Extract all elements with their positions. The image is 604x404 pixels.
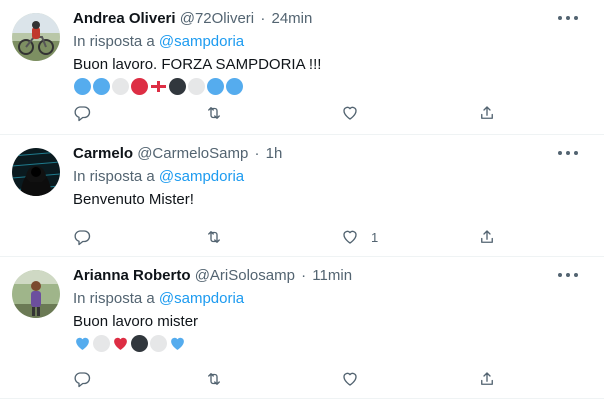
- blue-circle-icon: [74, 78, 91, 95]
- tweet-header: Arianna Roberto @AriSolosamp · 11min: [73, 267, 352, 285]
- reply-icon: [74, 106, 91, 122]
- tweet[interactable]: Andrea Oliveri @72Oliveri · 24min In ris…: [0, 0, 604, 134]
- blue-circle-icon: [226, 78, 243, 95]
- emoji-row: [74, 78, 243, 95]
- reply-prefix: In risposta a: [73, 33, 155, 50]
- retweet-button[interactable]: [205, 103, 223, 123]
- reply-mention-link[interactable]: @sampdoria: [159, 290, 244, 307]
- tweet[interactable]: Carmelo @CarmeloSamp · 1h In risposta a …: [0, 135, 604, 256]
- separator: ·: [254, 145, 260, 162]
- heart-icon: [343, 372, 357, 386]
- cross-flag-icon: [150, 78, 167, 95]
- reply-icon: [74, 230, 91, 246]
- reply-context: In risposta a @sampdoria: [73, 290, 244, 308]
- heart-icon: [343, 106, 357, 120]
- red-circle-icon: [131, 78, 148, 95]
- timestamp[interactable]: 11min: [312, 267, 352, 284]
- retweet-icon: [208, 231, 220, 243]
- avatar[interactable]: [12, 270, 60, 318]
- white-circle-icon: [188, 78, 205, 95]
- black-circle-icon: [169, 78, 186, 95]
- avatar[interactable]: [12, 148, 60, 196]
- avatar[interactable]: [12, 13, 60, 61]
- tweet-text: Buon lavoro mister: [73, 313, 199, 330]
- retweet-icon: [208, 373, 220, 385]
- heart-icon: [343, 230, 357, 244]
- reply-icon: [74, 372, 91, 388]
- share-button[interactable]: [478, 103, 496, 123]
- separator: ·: [301, 267, 307, 284]
- like-button[interactable]: [341, 369, 359, 389]
- user-handle[interactable]: @CarmeloSamp: [137, 145, 248, 162]
- reply-prefix: In risposta a: [73, 168, 155, 185]
- red-heart-icon: [112, 335, 129, 352]
- display-name[interactable]: Andrea Oliveri: [73, 10, 176, 27]
- more-icon[interactable]: [558, 149, 578, 157]
- reply-mention-link[interactable]: @sampdoria: [159, 168, 244, 185]
- blue-heart-icon: [169, 335, 186, 352]
- white-circle-icon: [112, 78, 129, 95]
- user-handle[interactable]: @72Oliveri: [180, 10, 254, 27]
- retweet-icon: [208, 107, 220, 119]
- tweet-actions: 1: [73, 227, 503, 247]
- reply-button[interactable]: [73, 369, 91, 389]
- blue-heart-icon: [74, 335, 91, 352]
- tweet-text: Buon lavoro. FORZA SAMPDORIA !!!: [73, 56, 322, 73]
- tweet-divider: [0, 398, 604, 399]
- reply-mention-link[interactable]: @sampdoria: [159, 33, 244, 50]
- share-icon: [481, 372, 493, 385]
- black-circle-icon: [131, 335, 148, 352]
- reply-button[interactable]: [73, 103, 91, 123]
- retweet-button[interactable]: [205, 227, 223, 247]
- separator: ·: [260, 10, 266, 27]
- share-icon: [481, 230, 493, 243]
- display-name[interactable]: Carmelo: [73, 145, 133, 162]
- blue-circle-icon: [207, 78, 224, 95]
- retweet-button[interactable]: [205, 369, 223, 389]
- like-button[interactable]: 1: [341, 227, 378, 247]
- reply-context: In risposta a @sampdoria: [73, 33, 244, 51]
- tweet-actions: [73, 369, 503, 389]
- share-icon: [481, 106, 493, 119]
- timestamp[interactable]: 1h: [266, 145, 283, 162]
- tweet-replies-feed: Andrea Oliveri @72Oliveri · 24min In ris…: [0, 0, 604, 404]
- share-button[interactable]: [478, 369, 496, 389]
- reply-context: In risposta a @sampdoria: [73, 168, 244, 186]
- user-handle[interactable]: @AriSolosamp: [195, 267, 295, 284]
- white-circle-icon: [93, 335, 110, 352]
- reply-prefix: In risposta a: [73, 290, 155, 307]
- like-button[interactable]: [341, 103, 359, 123]
- tweet[interactable]: Arianna Roberto @AriSolosamp · 11min In …: [0, 257, 604, 404]
- more-icon[interactable]: [558, 14, 578, 22]
- more-icon[interactable]: [558, 271, 578, 279]
- blue-circle-icon: [93, 78, 110, 95]
- reply-button[interactable]: [73, 227, 91, 247]
- timestamp[interactable]: 24min: [271, 10, 312, 27]
- tweet-text: Benvenuto Mister!: [73, 191, 194, 208]
- display-name[interactable]: Arianna Roberto: [73, 267, 191, 284]
- tweet-actions: [73, 103, 503, 123]
- like-count: 1: [371, 229, 379, 245]
- white-circle-icon: [150, 335, 167, 352]
- tweet-header: Carmelo @CarmeloSamp · 1h: [73, 145, 282, 163]
- tweet-header: Andrea Oliveri @72Oliveri · 24min: [73, 10, 312, 28]
- share-button[interactable]: [478, 227, 496, 247]
- emoji-row: [74, 335, 186, 352]
